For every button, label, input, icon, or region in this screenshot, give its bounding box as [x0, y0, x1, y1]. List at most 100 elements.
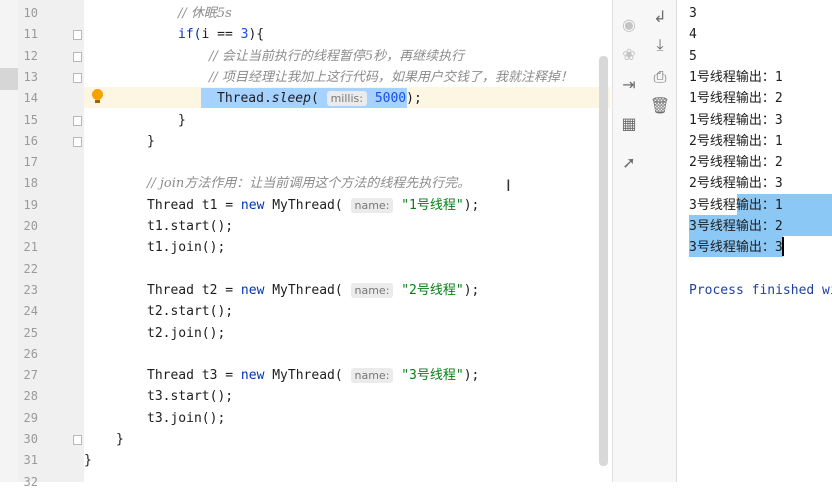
print-icon[interactable]: ⎙	[644, 66, 676, 88]
code-token: Thread t2 =	[147, 282, 241, 298]
code-text: // 项目经理让我加上这行代码，如果用户交钱了，我就注释掉！	[209, 67, 573, 88]
code-token: sleep	[271, 91, 311, 107]
line-number: 28	[23, 389, 38, 404]
line-number: 23	[23, 282, 38, 297]
code-token: }	[116, 432, 124, 447]
code-text: t2.join();	[147, 323, 225, 344]
parameter-hint: millis:	[326, 91, 367, 107]
console-line: 2号线程输出：3	[689, 176, 783, 192]
code-token: );	[463, 368, 480, 384]
line-number: 30	[23, 432, 38, 446]
console-line: 1号线程输出：1	[689, 69, 783, 85]
code-text: t3.start();	[147, 386, 233, 407]
code-token: Thread t3 =	[147, 368, 241, 384]
bug-icon[interactable]: ❀	[613, 44, 645, 66]
line-number: 26	[23, 346, 38, 361]
code-token: );	[463, 282, 480, 298]
code-token: t1.join();	[147, 240, 226, 256]
code-text: if(i == 3){	[178, 24, 264, 45]
fold-marker-icon[interactable]	[73, 72, 82, 83]
parameter-hint: name:	[350, 368, 394, 384]
debug-toolbar: ◉ ❀ ⇥ ▦ ➚	[612, 0, 645, 482]
code-text: // 会让当前执行的线程暂停5秒，再继续执行	[209, 46, 464, 67]
fold-marker-icon[interactable]	[73, 30, 82, 41]
code-token: MyThread(	[264, 368, 351, 384]
console-line: 3	[689, 6, 697, 21]
code-text: t1.start();	[147, 216, 233, 237]
code-token: }	[84, 453, 92, 469]
line-number: 16	[23, 133, 38, 148]
line-number: 25	[23, 325, 38, 340]
code-token: new	[240, 197, 265, 213]
fold-marker-icon[interactable]	[73, 115, 82, 126]
layout-icon[interactable]: ▦	[613, 113, 645, 135]
code-text: }	[116, 429, 124, 450]
code-text: }	[178, 110, 186, 131]
code-token: (	[310, 91, 327, 107]
code-text: // 休眠5s	[178, 3, 232, 24]
code-token: // 休眠5s	[178, 6, 232, 21]
code-text: }	[147, 131, 155, 152]
line-number: 15	[23, 112, 38, 127]
code-token: );	[406, 91, 422, 107]
code-token: MyThread(	[264, 197, 351, 213]
code-token: "3号线程"	[401, 368, 464, 384]
parameter-hint: name:	[350, 282, 394, 298]
mouse-ibeam-cursor: I	[506, 176, 511, 195]
scroll-to-end-icon[interactable]: ⤓	[644, 34, 676, 56]
code-token: );	[463, 197, 480, 213]
code-text: Thread t1 = new MyThread( name: "1号线程");	[147, 195, 479, 216]
fold-marker-icon[interactable]	[73, 136, 82, 147]
line-number: 24	[23, 304, 38, 319]
console-line: 1号线程输出：2	[689, 91, 783, 107]
code-token: t1.start();	[147, 219, 234, 234]
line-number: 10	[23, 6, 38, 20]
line-number: 31	[23, 453, 38, 468]
code-token: Thread.	[217, 91, 272, 107]
console-line: 3号线程输出：3	[689, 240, 783, 256]
fold-marker-icon[interactable]	[73, 435, 82, 445]
code-token: t3.join();	[147, 410, 226, 426]
line-number: 14	[23, 91, 38, 106]
code-text: Thread t2 = new MyThread( name: "2号线程");	[147, 280, 479, 301]
code-token: // join方法作用：让当前调用这个方法的线程先执行完。	[147, 176, 471, 192]
console-line: 3号线程输出：1	[689, 197, 783, 213]
line-number: 32	[23, 474, 38, 489]
code-token: ==	[209, 27, 241, 43]
trash-icon[interactable]: 🗑	[644, 95, 676, 117]
soft-wrap-icon[interactable]: ↲	[644, 6, 676, 28]
code-text: Thread.sleep( millis: 5000);	[217, 88, 422, 109]
line-number: 17	[23, 155, 38, 170]
line-number: 29	[23, 410, 38, 425]
console-line: 2号线程输出：1	[689, 133, 783, 149]
run-console[interactable]: 3 4 5 1号线程输出：1 1号线程输出：2 1号线程输出：3 2号线程输出：1 2号线程输…	[677, 0, 832, 482]
code-text: t2.start();	[147, 301, 233, 322]
code-token: t3.start();	[147, 389, 234, 405]
line-number: 12	[23, 48, 38, 63]
code-token: "1号线程"	[401, 197, 464, 213]
code-text: Thread t3 = new MyThread( name: "3号线程");	[147, 365, 479, 386]
console-toolbar: ↲ ⤓ ⎙ 🗑	[644, 0, 677, 482]
editor-scrollbar[interactable]	[599, 56, 608, 466]
exit-icon[interactable]: ⇥	[613, 74, 645, 96]
console-line: Process finished wi	[689, 282, 832, 298]
line-number: 22	[23, 261, 38, 276]
code-token: t2.join();	[147, 325, 226, 341]
parameter-hint: name:	[350, 197, 394, 213]
console-line: 5	[689, 48, 697, 64]
code-text: // join方法作用：让当前调用这个方法的线程先执行完。	[147, 173, 470, 194]
code-token: 5000	[374, 91, 407, 107]
code-text: t1.join();	[147, 237, 225, 258]
line-number: 20	[23, 219, 38, 233]
pin-icon[interactable]: ➚	[613, 152, 645, 174]
code-token: }	[147, 133, 155, 149]
code-token: "2号线程"	[401, 282, 464, 298]
fold-marker-icon[interactable]	[73, 51, 82, 62]
line-number: 13	[23, 69, 38, 84]
text-cursor	[782, 237, 784, 256]
code-token: // 项目经理让我加上这行代码，如果用户交钱了，我就注释掉！	[209, 69, 573, 85]
code-token: Thread t1 =	[147, 197, 241, 213]
code-text: }	[84, 450, 92, 471]
camera-icon[interactable]: ◉	[613, 14, 645, 36]
